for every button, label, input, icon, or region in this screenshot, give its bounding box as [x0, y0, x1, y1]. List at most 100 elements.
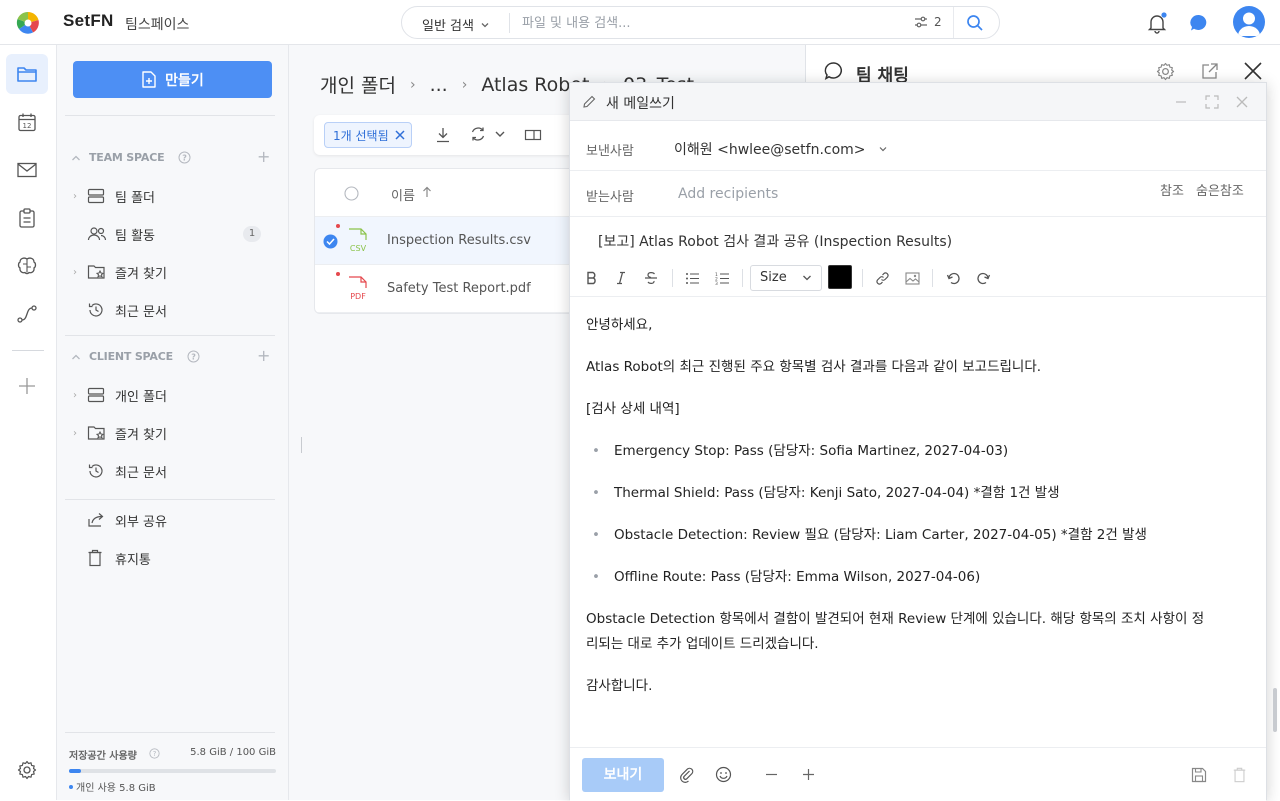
- sidebar-item-external-share[interactable]: 외부 공유: [73, 508, 167, 532]
- send-button[interactable]: 보내기: [582, 758, 664, 792]
- body-note-line-1: Obstacle Detection 항목에서 결함이 발견되어 현재 Revi…: [586, 611, 1205, 627]
- resize-handle[interactable]: [301, 437, 302, 453]
- sidebar-item-trash[interactable]: 휴지통: [73, 546, 151, 570]
- close-icon[interactable]: [1243, 61, 1263, 81]
- font-size-select[interactable]: Size: [750, 265, 822, 291]
- sidebar-item-team-recent[interactable]: 최근 문서: [73, 298, 167, 322]
- move-icon: [524, 129, 542, 141]
- numbered-list-button[interactable]: 123: [712, 268, 732, 288]
- storage-progress-bar: [69, 769, 276, 773]
- paperclip-icon[interactable]: [679, 767, 695, 783]
- rail-calendar[interactable]: 12: [6, 102, 48, 142]
- search-input[interactable]: [522, 13, 882, 33]
- rail-files[interactable]: [6, 54, 48, 94]
- zoom-out-icon[interactable]: [765, 768, 778, 781]
- subject-input[interactable]: [보고] Atlas Robot 검사 결과 공유 (Inspection Re…: [598, 231, 952, 251]
- image-button[interactable]: [902, 268, 922, 288]
- search-type-select[interactable]: 일반 검색: [422, 15, 490, 34]
- list-item: Obstacle Detection: Review 필요 (담당자: Liam…: [592, 525, 1254, 546]
- chat-bubble-outline-icon: [824, 62, 843, 81]
- search-button[interactable]: [966, 14, 984, 32]
- client-space-header[interactable]: CLIENT SPACE ? +: [71, 346, 270, 365]
- notification-button[interactable]: [1146, 12, 1168, 34]
- subject-row: [보고] Atlas Robot 검사 결과 공유 (Inspection Re…: [570, 217, 1266, 263]
- table-row[interactable]: CSV Inspection Results.csv: [315, 217, 603, 265]
- team-space-add-button[interactable]: +: [257, 147, 270, 166]
- search-bar: 일반 검색 2: [401, 6, 1000, 39]
- link-button[interactable]: [872, 268, 892, 288]
- sidebar-item-client-favorites[interactable]: › 즐겨 찾기: [73, 421, 167, 445]
- font-size-label: Size: [760, 270, 787, 285]
- make-button[interactable]: 만들기: [73, 61, 272, 98]
- open-external-icon[interactable]: [1201, 62, 1219, 80]
- sidebar-item-label: 즐겨 찾기: [115, 427, 167, 443]
- download-button[interactable]: [435, 127, 451, 143]
- recipients-input[interactable]: Add recipients: [678, 186, 778, 202]
- search-divider-2: [953, 7, 954, 38]
- emoji-icon[interactable]: [715, 766, 732, 783]
- breadcrumb-item[interactable]: ...: [430, 74, 448, 96]
- rail-add[interactable]: [6, 366, 48, 406]
- strikethrough-button[interactable]: [641, 268, 661, 288]
- bold-button[interactable]: [582, 268, 602, 288]
- row-checkbox-checked[interactable]: [323, 234, 338, 249]
- breadcrumb-item[interactable]: 개인 폴더: [320, 71, 396, 98]
- sort-arrow-up-icon[interactable]: [422, 186, 432, 198]
- rail-settings[interactable]: [6, 750, 48, 790]
- file-name[interactable]: Inspection Results.csv: [387, 233, 531, 248]
- column-name-header[interactable]: 이름: [391, 185, 415, 204]
- save-draft-icon[interactable]: [1191, 767, 1207, 783]
- brain-icon: [17, 257, 37, 275]
- sidebar-item-team-activity[interactable]: 팀 활동 1: [73, 222, 261, 246]
- format-toolbar: 123 Size: [570, 259, 1266, 297]
- cc-button[interactable]: 참조: [1160, 180, 1184, 199]
- sidebar-item-client-recent[interactable]: 최근 문서: [73, 459, 167, 483]
- client-space-add-button[interactable]: +: [257, 346, 270, 365]
- body-section-title: [검사 상세 내역]: [586, 401, 680, 417]
- close-icon[interactable]: [395, 130, 405, 140]
- from-label: 보낸사람: [586, 144, 634, 159]
- from-select[interactable]: 이해원 <hwlee@setfn.com>: [674, 139, 888, 159]
- pdf-file-icon: PDF: [346, 276, 370, 302]
- compose-scrollbar[interactable]: [1273, 688, 1277, 732]
- calendar-icon: 12: [18, 113, 36, 132]
- top-bar: SetFN 팀스페이스 일반 검색 2: [0, 0, 1280, 45]
- file-toolbar: 1개 선택됨: [314, 115, 604, 155]
- redo-button[interactable]: [973, 268, 993, 288]
- expand-icon[interactable]: [1205, 95, 1219, 109]
- rail-ai[interactable]: [6, 246, 48, 286]
- bullet-list-button[interactable]: [682, 268, 702, 288]
- close-icon[interactable]: [1236, 96, 1248, 108]
- zoom-in-icon[interactable]: [802, 768, 815, 781]
- svg-text:?: ?: [191, 353, 196, 362]
- move-button[interactable]: [524, 127, 542, 143]
- table-row[interactable]: PDF Safety Test Report.pdf: [315, 265, 603, 313]
- setfn-logo[interactable]: [16, 11, 40, 35]
- user-avatar[interactable]: [1233, 6, 1265, 38]
- user-icon: [1238, 12, 1260, 36]
- sidebar-item-team-folder[interactable]: › 팀 폴더: [73, 184, 155, 208]
- rail-tasks[interactable]: [6, 198, 48, 238]
- sidebar-item-team-favorites[interactable]: › 즐겨 찾기: [73, 260, 167, 284]
- sync-button[interactable]: [470, 126, 506, 142]
- strikethrough-icon: [645, 272, 657, 284]
- chevron-right-icon: ›: [73, 266, 77, 278]
- selection-chip[interactable]: 1개 선택됨: [324, 122, 412, 148]
- gear-icon[interactable]: [1156, 62, 1175, 81]
- select-all-checkbox[interactable]: [344, 186, 359, 201]
- italic-button[interactable]: [611, 268, 631, 288]
- undo-button[interactable]: [943, 268, 963, 288]
- team-space-header[interactable]: TEAM SPACE ? +: [71, 147, 270, 166]
- rail-mail[interactable]: [6, 150, 48, 190]
- bcc-button[interactable]: 숨은참조: [1196, 180, 1244, 199]
- trash-icon[interactable]: [1232, 767, 1247, 783]
- app-rail: 12: [0, 45, 57, 800]
- sidebar-item-personal-folder[interactable]: › 개인 폴더: [73, 383, 167, 407]
- text-color-picker[interactable]: [828, 265, 852, 289]
- minimize-icon[interactable]: [1175, 96, 1187, 108]
- messenger-button[interactable]: [1189, 13, 1209, 33]
- plus-icon: [19, 378, 35, 394]
- search-filter-button[interactable]: 2: [914, 15, 942, 29]
- rail-workflow[interactable]: [6, 294, 48, 334]
- file-name[interactable]: Safety Test Report.pdf: [387, 281, 531, 296]
